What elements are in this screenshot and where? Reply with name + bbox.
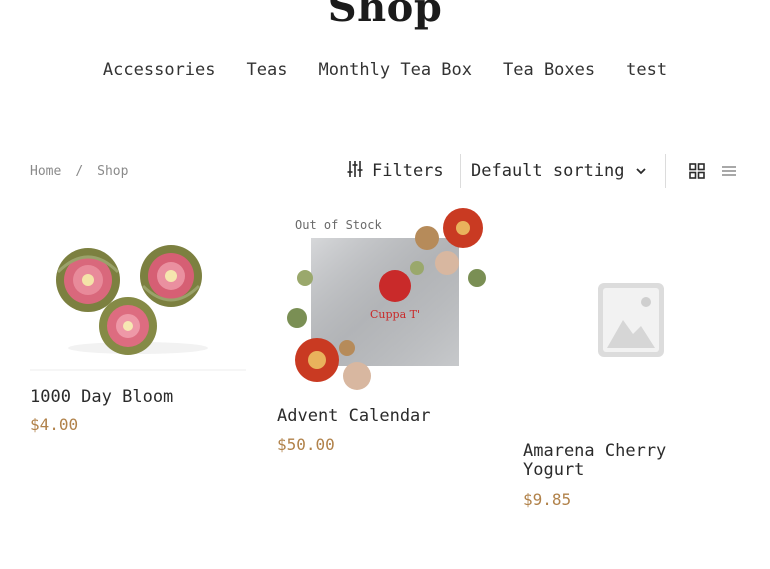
breadcrumb: Home / Shop <box>30 162 128 182</box>
product-name[interactable]: Amarena Cherry Yogurt <box>523 442 713 480</box>
product-price: $9.85 <box>523 490 572 509</box>
breadcrumb-separator: / <box>75 164 84 179</box>
product-card[interactable]: Amarena Cherry Yogurt $9.85 <box>523 208 739 509</box>
sorting-value: Default sorting <box>471 161 625 181</box>
breadcrumb-current: Shop <box>97 164 129 179</box>
product-image[interactable]: Cuppa T' <box>277 208 493 390</box>
out-of-stock-badge: Out of Stock <box>295 218 382 232</box>
toolbar-divider <box>460 154 461 188</box>
filters-button[interactable]: Filters <box>346 159 444 183</box>
product-card[interactable]: 1000 Day Bloom $4.00 <box>30 208 246 438</box>
sorting-select[interactable]: Default sorting <box>471 159 647 183</box>
product-name[interactable]: Advent Calendar <box>277 407 431 426</box>
breadcrumb-home[interactable]: Home <box>30 162 61 182</box>
product-price: $4.00 <box>30 415 79 434</box>
product-price: $50.00 <box>277 435 335 454</box>
filters-label: Filters <box>372 161 444 181</box>
placeholder-image-icon <box>598 283 664 357</box>
product-card[interactable]: Out of Stock Cuppa T' Advent Calendar $5… <box>277 208 493 458</box>
chevron-down-icon <box>635 161 647 181</box>
nav-item-test[interactable]: test <box>626 56 667 84</box>
nav-item-monthly-tea-box[interactable]: Monthly Tea Box <box>318 56 472 84</box>
grid-icon <box>688 163 706 184</box>
nav-item-tea-boxes[interactable]: Tea Boxes <box>503 56 595 84</box>
filters-icon <box>346 160 364 183</box>
nav-item-teas[interactable]: Teas <box>247 56 288 84</box>
category-nav: Accessories Teas Monthly Tea Box Tea Box… <box>0 56 770 84</box>
product-name[interactable]: 1000 Day Bloom <box>30 388 173 407</box>
list-icon <box>720 165 738 184</box>
product-image[interactable] <box>523 208 739 424</box>
page-title: Shop <box>327 0 443 31</box>
list-view-button[interactable] <box>720 162 738 180</box>
box-logo-text: Cuppa T' <box>370 308 420 321</box>
grid-view-button[interactable] <box>688 162 706 180</box>
product-image[interactable] <box>30 208 246 371</box>
shop-toolbar: Filters Default sorting <box>340 152 740 190</box>
toolbar-divider <box>665 154 666 188</box>
nav-item-accessories[interactable]: Accessories <box>103 56 216 84</box>
